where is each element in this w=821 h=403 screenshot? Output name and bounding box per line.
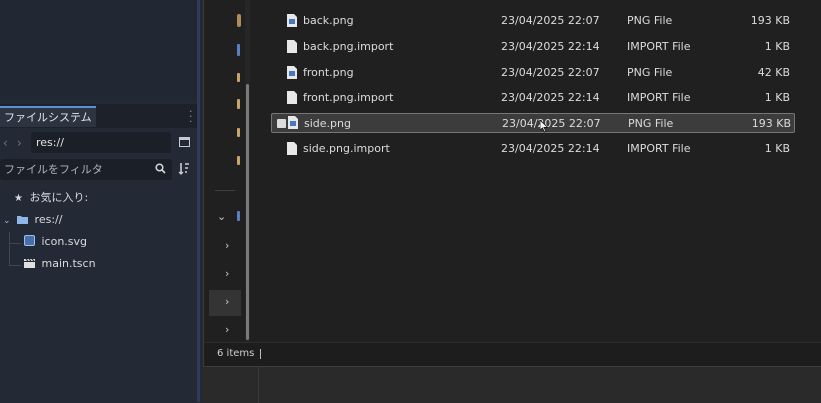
- file-dialog: ⌄ › › › › back.png 23/04/2025 22:07 PNG …: [203, 0, 821, 367]
- chevron-right-icon[interactable]: ›: [225, 295, 229, 308]
- sidebar-place-icon[interactable]: [237, 14, 241, 27]
- sidebar-place-icon[interactable]: [237, 211, 240, 221]
- file-date: 23/04/2025 22:14: [501, 91, 600, 104]
- checkbox-icon[interactable]: [277, 119, 286, 128]
- back-arrow-icon[interactable]: ‹: [3, 136, 8, 150]
- file-name: side.png.import: [303, 142, 390, 155]
- scene-clapper-icon: [24, 258, 35, 268]
- sidebar-scrollbar[interactable]: [246, 84, 249, 340]
- sidebar-divider: [215, 190, 235, 191]
- file-row[interactable]: back.png 23/04/2025 22:07 PNG File 193 K…: [270, 11, 794, 31]
- chevron-down-icon: ⌄: [3, 216, 11, 226]
- chevron-down-icon[interactable]: ⌄: [217, 210, 226, 223]
- dialog-sidebar: ⌄ › › › ›: [204, 0, 241, 342]
- chevron-right-icon[interactable]: ›: [225, 323, 229, 336]
- chevron-right-icon[interactable]: ›: [225, 267, 229, 280]
- dock-upper-panel: [0, 0, 200, 100]
- svg-file-icon: [24, 235, 35, 246]
- folder-icon: [17, 216, 29, 224]
- sidebar-place-icon[interactable]: [237, 156, 240, 165]
- star-icon: ★: [14, 193, 23, 204]
- file-size: 193 KB: [750, 14, 790, 27]
- tree-item-main-tscn[interactable]: main.tscn: [24, 254, 96, 274]
- file-row[interactable]: back.png.import 23/04/2025 22:14 IMPORT …: [270, 37, 794, 57]
- dialog-footer-area: [203, 366, 821, 403]
- file-size: 1 KB: [764, 142, 790, 155]
- file-date: 23/04/2025 22:07: [502, 117, 601, 130]
- file-type: IMPORT File: [627, 91, 691, 104]
- file-size: 42 KB: [757, 66, 790, 79]
- text-file-icon: [287, 91, 297, 104]
- chevron-right-icon[interactable]: ›: [225, 239, 229, 252]
- file-type: PNG File: [627, 66, 673, 79]
- tree-guide-branch: [9, 243, 21, 244]
- file-row-selected[interactable]: side.png 23/04/2025 22:07 PNG File 193 K…: [271, 113, 795, 133]
- file-date: 23/04/2025 22:07: [501, 14, 600, 27]
- tree-item-icon-svg[interactable]: icon.svg: [24, 232, 87, 252]
- file-row[interactable]: front.png.import 23/04/2025 22:14 IMPORT…: [270, 88, 794, 108]
- sidebar-place-icon[interactable]: [237, 99, 240, 109]
- image-file-icon: [287, 66, 297, 79]
- favorites-label: お気に入り:: [29, 191, 89, 204]
- status-separator: [260, 349, 261, 359]
- file-name: back.png.import: [303, 40, 394, 53]
- tree-favorites[interactable]: ★ お気に入り:: [14, 188, 88, 208]
- file-date: 23/04/2025 22:07: [501, 66, 600, 79]
- sidebar-place-icon[interactable]: [237, 128, 240, 137]
- root-label: res://: [34, 213, 63, 226]
- text-file-icon: [287, 40, 297, 53]
- search-icon[interactable]: [155, 163, 166, 174]
- split-view-icon[interactable]: [179, 137, 190, 147]
- image-file-icon: [288, 116, 298, 129]
- file-size: 193 KB: [751, 117, 791, 130]
- image-file-icon: [287, 14, 297, 27]
- status-bar: 6 items: [204, 342, 821, 367]
- tab-filesystem[interactable]: ファイルシステム: [0, 106, 96, 127]
- file-name: back.png: [303, 14, 354, 27]
- filesystem-dock: ファイルシステム · · · ‹ › res:// ファイルをフィルタ ★ お気に入…: [0, 0, 200, 402]
- file-size: 1 KB: [764, 40, 790, 53]
- filter-input[interactable]: ファイルをフィルタ: [0, 159, 172, 180]
- file-type: PNG File: [628, 117, 674, 130]
- file-row[interactable]: side.png.import 23/04/2025 22:14 IMPORT …: [270, 139, 794, 159]
- sidebar-place-icon[interactable]: [237, 73, 240, 82]
- footer-divider: [258, 367, 259, 403]
- sidebar-place-icon[interactable]: [237, 44, 240, 56]
- text-file-icon: [287, 142, 297, 155]
- file-date: 23/04/2025 22:14: [501, 142, 600, 155]
- file-type: PNG File: [627, 14, 673, 27]
- forward-arrow-icon[interactable]: ›: [17, 136, 22, 150]
- dock-splitter[interactable]: [197, 0, 200, 402]
- tree-guide-line: [9, 232, 10, 266]
- tree-guide-branch: [9, 265, 21, 266]
- file-size: 1 KB: [764, 91, 790, 104]
- file-name: front.png: [303, 66, 354, 79]
- item-count: 6 items: [217, 348, 255, 359]
- tree-item-label: main.tscn: [41, 257, 96, 270]
- tree-item-label: icon.svg: [41, 235, 88, 248]
- mouse-pointer-icon: [540, 120, 549, 133]
- file-row[interactable]: front.png 23/04/2025 22:07 PNG File 42 K…: [270, 63, 794, 83]
- path-input[interactable]: res://: [31, 132, 171, 153]
- file-name: front.png.import: [303, 91, 394, 104]
- file-type: IMPORT File: [627, 142, 691, 155]
- file-name: side.png: [304, 117, 351, 130]
- tree-root-res[interactable]: ⌄ res://: [3, 210, 62, 230]
- file-type: IMPORT File: [627, 40, 691, 53]
- dock-menu-icon[interactable]: · · ·: [189, 106, 193, 127]
- sort-icon[interactable]: [178, 162, 190, 175]
- file-date: 23/04/2025 22:14: [501, 40, 600, 53]
